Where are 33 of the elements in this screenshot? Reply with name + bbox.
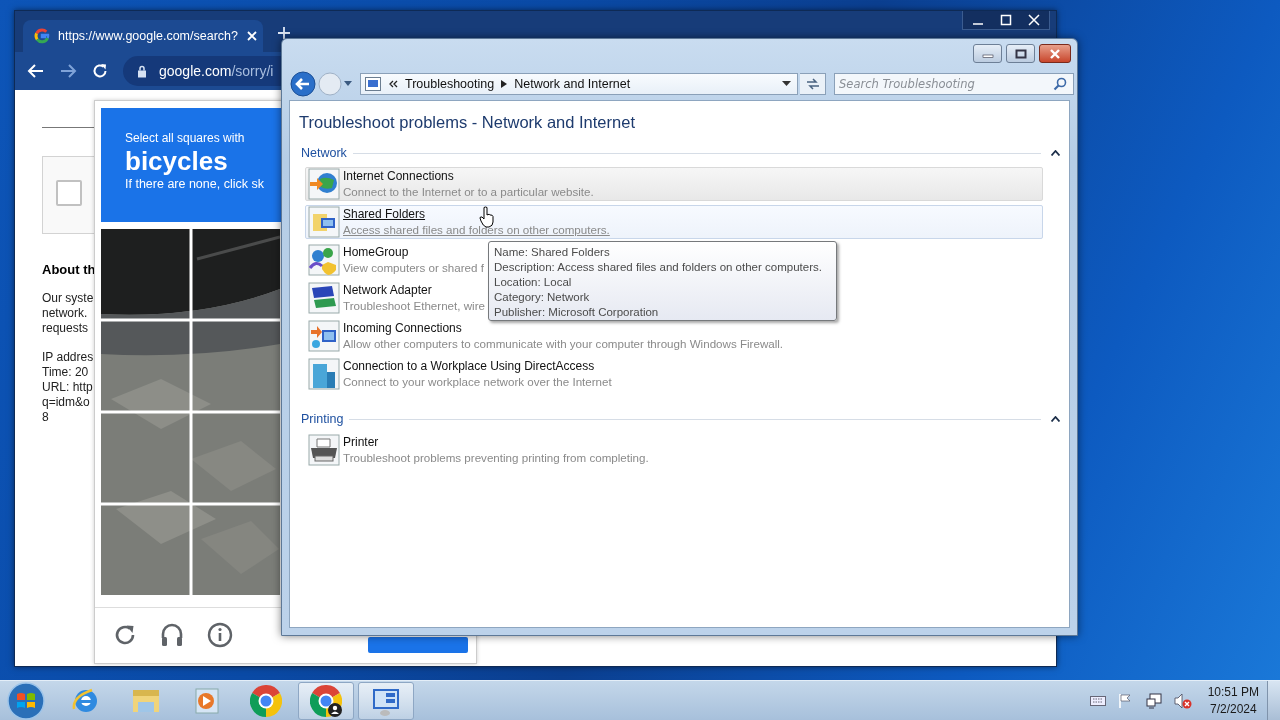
item-title: HomeGroup [343, 245, 409, 260]
item-description: Troubleshoot problems preventing printing from completing. [343, 450, 649, 465]
item-description: View computers or shared f [343, 260, 484, 275]
item-description: Connect to your workplace network over the Internet [343, 374, 612, 389]
tooltip-line: Name: Shared Folders [494, 245, 611, 260]
tooltip-line: Location: Local [494, 275, 573, 290]
paragraph-line: Our syste [42, 291, 95, 306]
paragraph-line: IP addres [42, 350, 95, 365]
captcha-target: bicycles [125, 145, 228, 177]
paragraph-line: 8 [42, 410, 50, 425]
item-title: Shared Folders [343, 207, 426, 222]
paragraph-line: q=idm&o [42, 395, 91, 410]
url-text: google.com/sorry/i [159, 63, 274, 79]
paragraph-line: requests [42, 321, 90, 336]
item-title: Network Adapter [343, 283, 432, 298]
paragraph-line: URL: http [42, 380, 94, 395]
captcha-hint: If there are none, click sk [125, 177, 264, 191]
item-description: Connect to the Internet or to a particular website. [343, 184, 594, 199]
captcha-prompt: Select all squares with [125, 131, 245, 145]
item-description: Allow other computers to communicate with your computer through Windows Firewall. [343, 336, 784, 351]
item-title: Incoming Connections [343, 321, 462, 336]
tooltip-line: Description: Access shared files and folders on other computers. [494, 260, 823, 275]
page-heading: Troubleshoot problems - Network and Internet [299, 113, 636, 132]
tooltip-line: Publisher: Microsoft Corporation [494, 305, 660, 320]
item-description: Troubleshoot Ethernet, wire [343, 298, 485, 313]
tab-title: https://www.google.com/search? [58, 29, 238, 43]
item-title: Printer [343, 435, 379, 450]
tooltip-line: Category: Network [494, 290, 591, 305]
item-title: Connection to a Workplace Using DirectAccess [343, 359, 595, 374]
item-title: Internet Connections [343, 169, 454, 184]
item-description: Access shared files and folders on other computers. [343, 222, 610, 237]
paragraph-line: network. [42, 306, 89, 321]
paragraph-line: Time: 20 [42, 365, 90, 380]
